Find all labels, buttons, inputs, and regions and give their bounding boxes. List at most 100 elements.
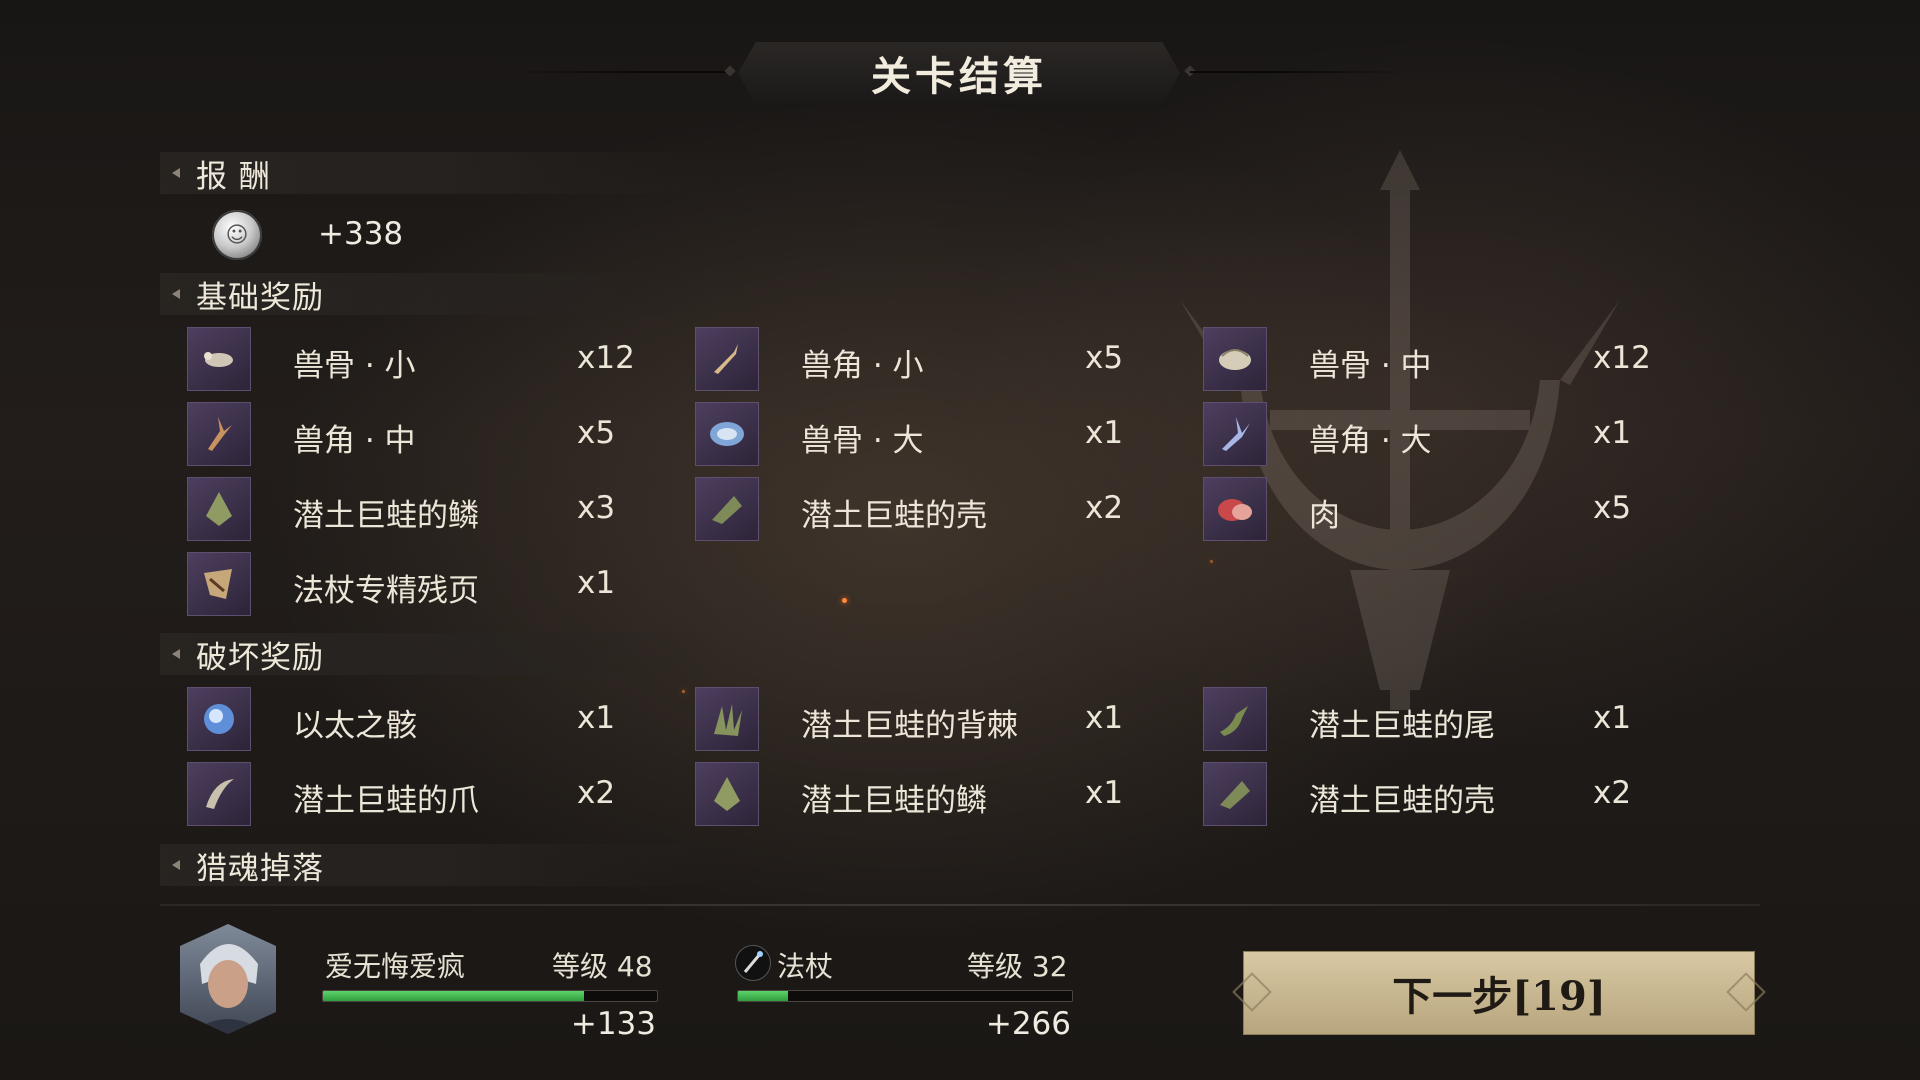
reward-item[interactable]: 潜土巨蛙的背棘 x1 (695, 687, 1175, 753)
item-quantity: x5 (1085, 340, 1124, 376)
item-name: 兽角 · 中 (293, 423, 416, 459)
reward-item[interactable]: 兽角 · 小 x5 (695, 327, 1175, 393)
bottom-divider (160, 904, 1760, 906)
item-name: 兽角 · 小 (801, 348, 924, 384)
item-name: 兽骨 · 大 (801, 423, 924, 459)
reward-item[interactable]: 潜土巨蛙的壳 x2 (1203, 762, 1683, 828)
section-label: 破坏奖励 (196, 639, 324, 676)
item-name: 潜土巨蛙的爪 (293, 783, 479, 819)
player-exp-gain: +133 (570, 1006, 656, 1042)
item-quantity: x2 (1085, 490, 1124, 526)
avatar (180, 924, 276, 1034)
item-quantity: x1 (1085, 415, 1124, 451)
bone-medium-icon (1203, 327, 1267, 391)
reward-item[interactable]: 潜土巨蛙的鳞 x3 (187, 477, 667, 543)
section-label: 基础奖励 (196, 279, 324, 316)
item-quantity: x1 (1085, 700, 1124, 736)
item-quantity: x2 (1593, 775, 1632, 811)
character-portrait-icon (190, 944, 266, 1034)
section-bullet-icon (172, 289, 180, 299)
item-quantity: x3 (577, 490, 616, 526)
item-name: 兽骨 · 小 (293, 348, 416, 384)
reward-item[interactable]: 兽骨 · 中 x12 (1203, 327, 1683, 393)
claw-icon (187, 762, 251, 826)
page-title: 关卡结算 (871, 53, 1047, 100)
item-name: 潜土巨蛙的尾 (1309, 708, 1495, 744)
section-header-basic: 基础奖励 (160, 273, 720, 316)
ember-particle (842, 598, 847, 603)
section-bullet-icon (172, 168, 180, 178)
bone-large-icon (695, 402, 759, 466)
section-header-break: 破坏奖励 (160, 633, 720, 676)
item-name: 潜土巨蛙的背棘 (801, 708, 1018, 744)
reward-item[interactable]: 潜土巨蛙的壳 x2 (695, 477, 1175, 543)
section-label: 猎魂掉落 (196, 850, 324, 887)
coin-value: +338 (318, 216, 404, 252)
back-spine-icon (695, 687, 759, 751)
bone-small-icon (187, 327, 251, 391)
title-diamond-left (724, 65, 736, 77)
item-quantity: x5 (577, 415, 616, 451)
weapon-exp-gain: +266 (985, 1006, 1071, 1042)
item-quantity: x2 (577, 775, 616, 811)
ether-remains-icon (187, 687, 251, 751)
item-quantity: x5 (1593, 490, 1632, 526)
ember-particle (682, 690, 685, 693)
item-name: 肉 (1309, 498, 1340, 534)
scale-icon (695, 762, 759, 826)
reward-item[interactable]: 兽骨 · 大 x1 (695, 402, 1175, 468)
reward-item[interactable]: 潜土巨蛙的尾 x1 (1203, 687, 1683, 753)
horn-large-icon (1203, 402, 1267, 466)
reward-item[interactable]: 以太之骸 x1 (187, 687, 667, 753)
reward-item[interactable]: 兽角 · 大 x1 (1203, 402, 1683, 468)
section-header-reward: 报 酬 (160, 152, 720, 195)
item-name: 兽角 · 大 (1309, 423, 1432, 459)
item-name: 潜土巨蛙的鳞 (801, 783, 987, 819)
item-name: 潜土巨蛙的鳞 (293, 498, 479, 534)
shell-icon (695, 477, 759, 541)
section-header-soul: 猎魂掉落 (160, 844, 720, 887)
weapon-exp-fill (738, 991, 789, 1001)
item-quantity: x1 (577, 565, 616, 601)
item-name: 兽骨 · 中 (1309, 348, 1432, 384)
weapon-name: 法杖 (777, 950, 834, 983)
horn-small-icon (695, 327, 759, 391)
item-name: 潜土巨蛙的壳 (801, 498, 987, 534)
meat-icon (1203, 477, 1267, 541)
item-quantity: x1 (577, 700, 616, 736)
section-label: 报 酬 (196, 158, 271, 195)
item-quantity: x12 (1593, 340, 1651, 376)
section-bullet-icon (172, 860, 180, 870)
reward-item[interactable]: 潜土巨蛙的鳞 x1 (695, 762, 1175, 828)
reward-item[interactable]: 兽骨 · 小 x12 (187, 327, 667, 393)
horn-medium-icon (187, 402, 251, 466)
scale-icon (187, 477, 251, 541)
tail-icon (1203, 687, 1267, 751)
item-quantity: x12 (577, 340, 635, 376)
player-exp-fill (323, 991, 584, 1001)
title-line-right (1190, 71, 1410, 73)
page-fragment-icon (187, 552, 251, 616)
player-level: 等级 48 (552, 950, 653, 983)
title-line-left (510, 71, 730, 73)
button-deco-left-icon (1232, 972, 1272, 1012)
reward-item[interactable]: 兽角 · 中 x5 (187, 402, 667, 468)
section-bullet-icon (172, 649, 180, 659)
player-name: 爱无悔爱疯 (325, 950, 466, 983)
shell-icon (1203, 762, 1267, 826)
reward-item[interactable]: 肉 x5 (1203, 477, 1683, 543)
item-name: 法杖专精残页 (293, 573, 479, 609)
reward-item[interactable]: 潜土巨蛙的爪 x2 (187, 762, 667, 828)
reward-item[interactable]: 法杖专精残页 x1 (187, 552, 667, 618)
ember-particle (1210, 560, 1213, 563)
weapon-exp-bar (737, 990, 1073, 1002)
item-name: 潜土巨蛙的壳 (1309, 783, 1495, 819)
staff-icon (735, 945, 771, 981)
title-banner: 关卡结算 (738, 42, 1180, 104)
next-step-label: 下一步[19] (1392, 973, 1606, 1020)
player-exp-bar (322, 990, 658, 1002)
item-quantity: x1 (1085, 775, 1124, 811)
next-step-button[interactable]: 下一步[19] (1232, 951, 1766, 1035)
item-quantity: x1 (1593, 415, 1632, 451)
item-name: 以太之骸 (293, 708, 417, 744)
